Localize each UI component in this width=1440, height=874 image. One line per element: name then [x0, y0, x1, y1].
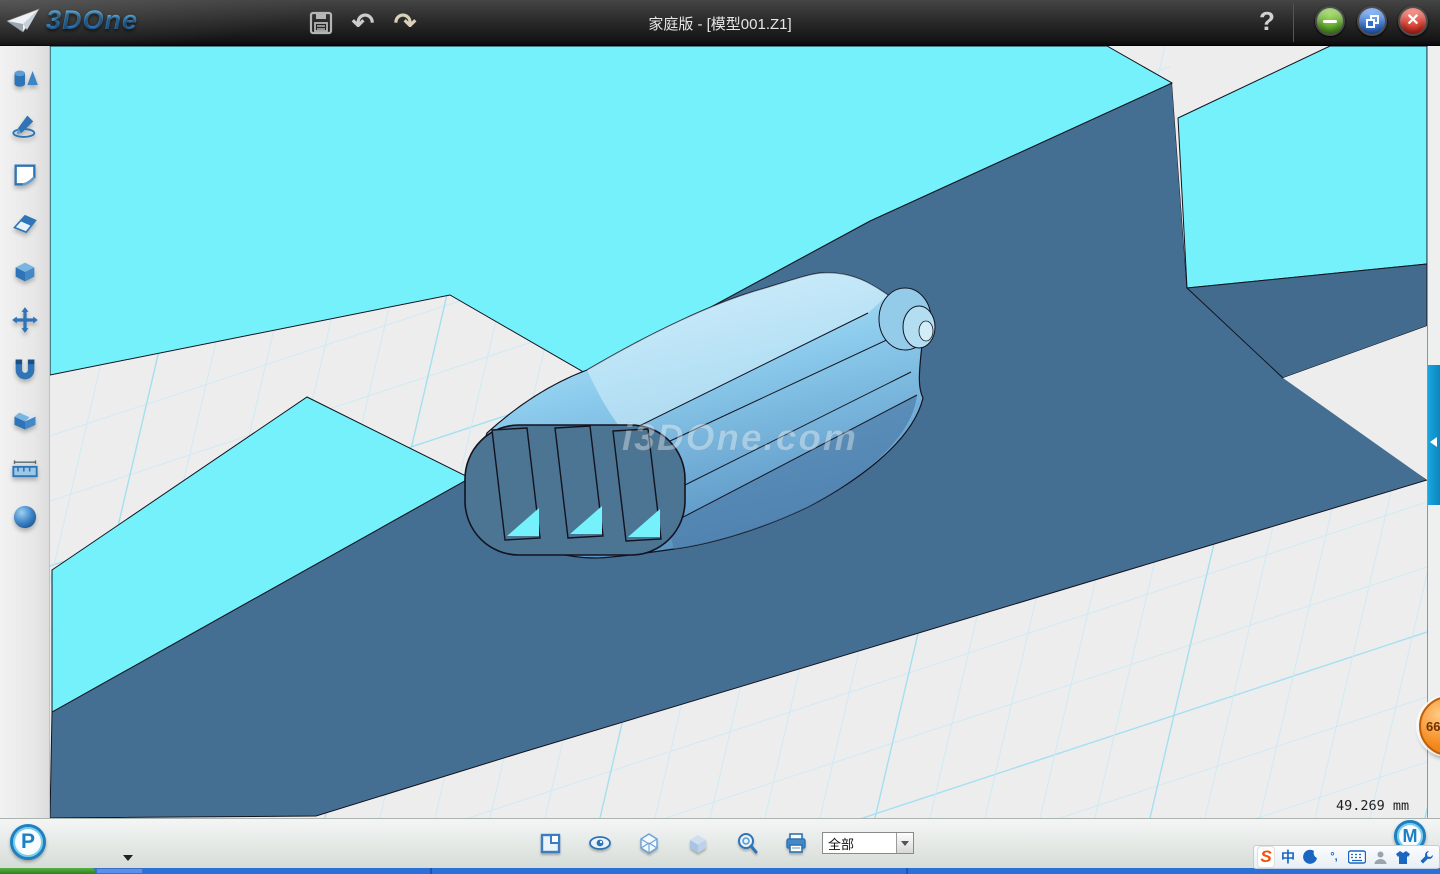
primitives-icon[interactable] — [7, 60, 43, 96]
arrow-left-icon — [1430, 437, 1437, 447]
viewport-3d-canvas[interactable]: i3DOne.com 49.269 mm — [50, 46, 1427, 818]
display-filter-value: 全部 — [823, 834, 896, 853]
start-button[interactable] — [0, 868, 95, 874]
plugin-badge-button[interactable]: P — [10, 824, 46, 860]
taskbar-separator — [430, 868, 432, 874]
punctuation-toggle[interactable]: °, — [1324, 847, 1344, 867]
titlebar-separator — [1293, 4, 1294, 42]
document-title: 家庭版 - [模型001.Z1] — [0, 13, 1440, 34]
maximize-restore-button[interactable] — [1357, 6, 1387, 36]
taskbar-item[interactable] — [96, 868, 143, 874]
app-logo: 3DOne — [6, 5, 138, 36]
chevron-down-icon — [901, 841, 909, 846]
keyboard-icon[interactable] — [1347, 847, 1367, 867]
redo-icon[interactable]: ↷ — [390, 8, 420, 38]
eye-icon[interactable] — [589, 831, 611, 855]
moon-icon[interactable] — [1301, 847, 1321, 867]
paper-plane-icon — [6, 6, 40, 36]
display-filter-dropdown[interactable]: 全部 — [822, 832, 914, 854]
wireframe-cube-icon[interactable] — [638, 831, 660, 855]
move-arrows-icon[interactable] — [7, 302, 43, 338]
view-toolbar — [540, 831, 834, 855]
assembly-box-icon[interactable] — [7, 401, 43, 437]
shaded-cube-icon[interactable] — [687, 831, 709, 855]
magnet-icon[interactable] — [7, 352, 43, 388]
left-toolbar — [0, 46, 50, 818]
save-icon[interactable] — [306, 8, 336, 38]
ime-language-toggle[interactable]: 中 — [1278, 847, 1298, 867]
material-sphere-icon[interactable] — [7, 499, 43, 535]
watermark: i3DOne.com — [622, 417, 858, 458]
application-window: 3DOne ↶ ↷ 家庭版 - [模型001.Z1] ? ✕ — [0, 0, 1440, 874]
taskbar-separator — [906, 868, 908, 874]
dropdown-arrow-button[interactable] — [896, 833, 913, 853]
wrench-icon[interactable] — [1416, 847, 1436, 867]
print-icon[interactable] — [785, 831, 807, 855]
ime-toolbar: S 中 °, — [1253, 845, 1440, 869]
sketch-plane-icon[interactable] — [7, 157, 43, 193]
user-icon[interactable] — [1370, 847, 1390, 867]
feature-cube-icon[interactable] — [7, 254, 43, 290]
panel-expand-tab[interactable] — [1428, 365, 1440, 505]
eraser-icon[interactable] — [7, 206, 43, 242]
skin-tshirt-icon[interactable] — [1393, 847, 1413, 867]
measure-ruler-icon[interactable] — [7, 450, 43, 486]
sogou-logo-icon[interactable]: S — [1257, 846, 1275, 868]
help-button[interactable]: ? — [1252, 6, 1282, 38]
os-taskbar[interactable] — [0, 868, 1440, 874]
close-button[interactable]: ✕ — [1398, 6, 1428, 36]
app-name: 3DOne — [46, 5, 138, 36]
plugin-dropdown-caret[interactable] — [123, 855, 133, 861]
layout-pane-icon[interactable] — [540, 831, 562, 855]
restore-icon — [1366, 15, 1379, 28]
title-bar: 3DOne ↶ ↷ 家庭版 - [模型001.Z1] ? ✕ — [0, 0, 1440, 46]
minimize-button[interactable] — [1315, 6, 1345, 36]
measurement-readout: 49.269 mm — [1336, 798, 1409, 814]
undo-icon[interactable]: ↶ — [348, 8, 378, 38]
sketch-pencil-icon[interactable] — [7, 108, 43, 144]
zoom-search-icon[interactable] — [736, 831, 758, 855]
